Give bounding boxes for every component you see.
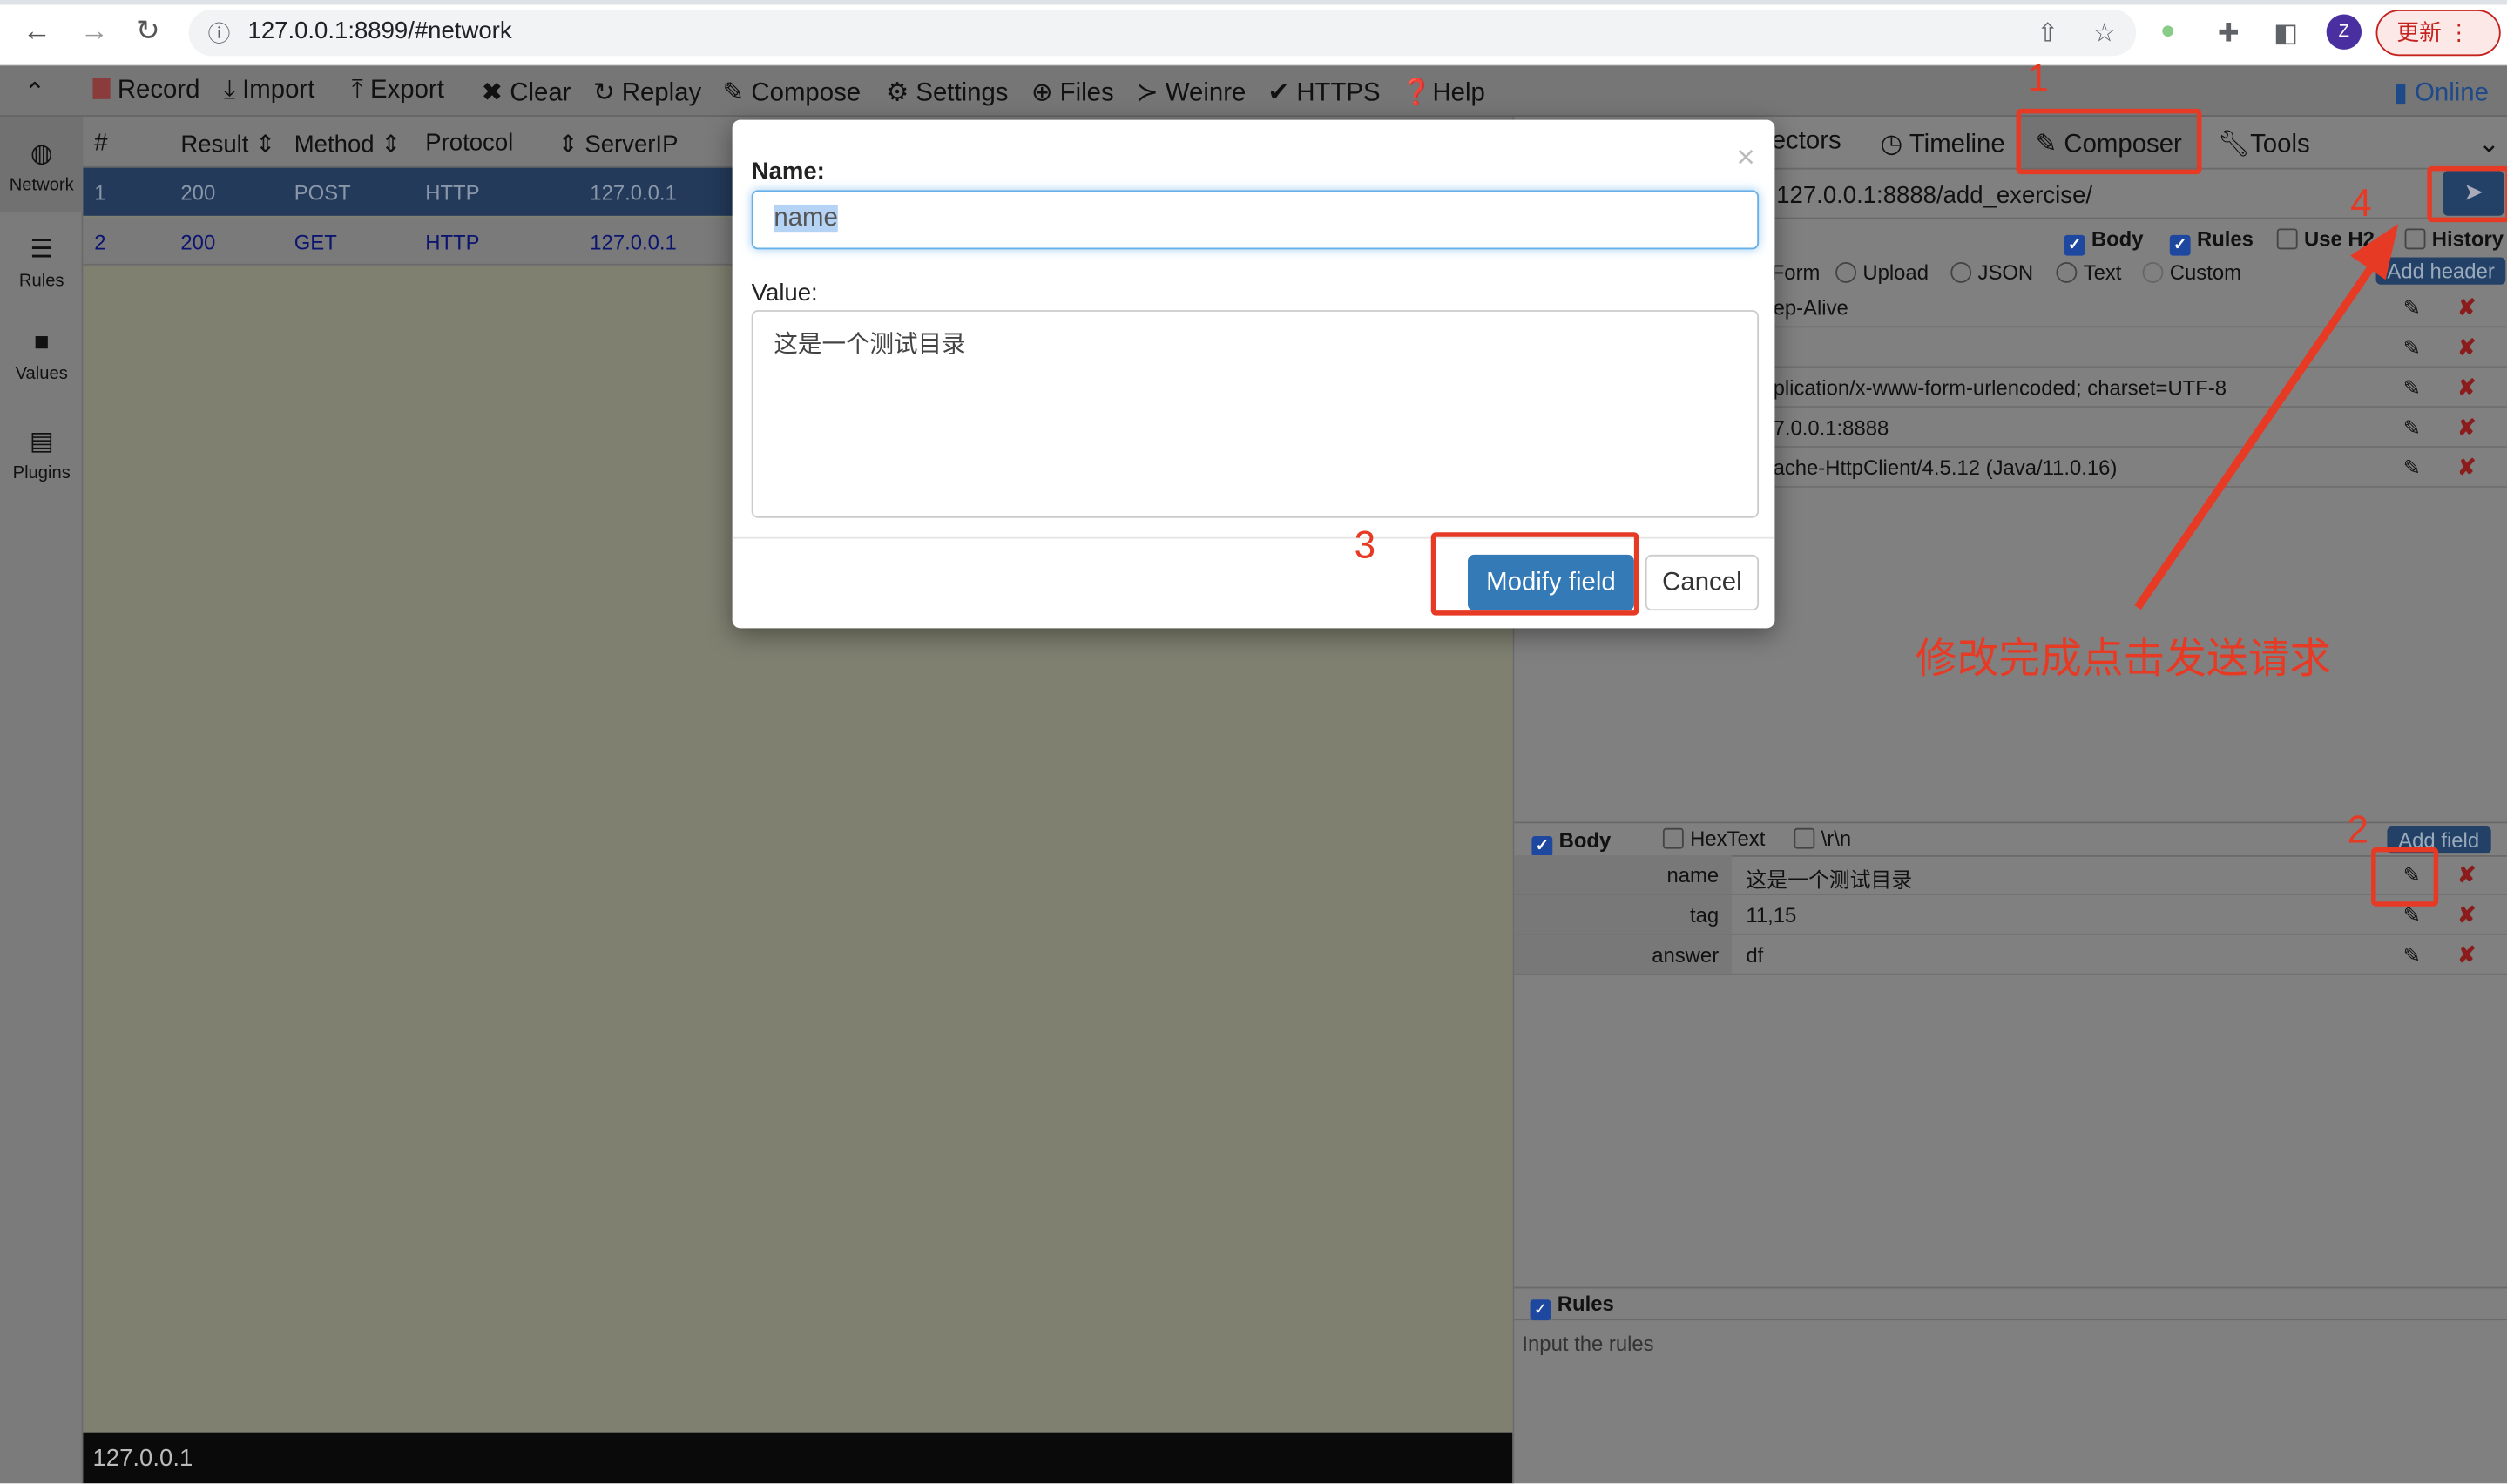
annotation-note: 修改完成点击发送请求 <box>1915 634 2332 683</box>
annotation-arrow <box>2134 223 2399 610</box>
